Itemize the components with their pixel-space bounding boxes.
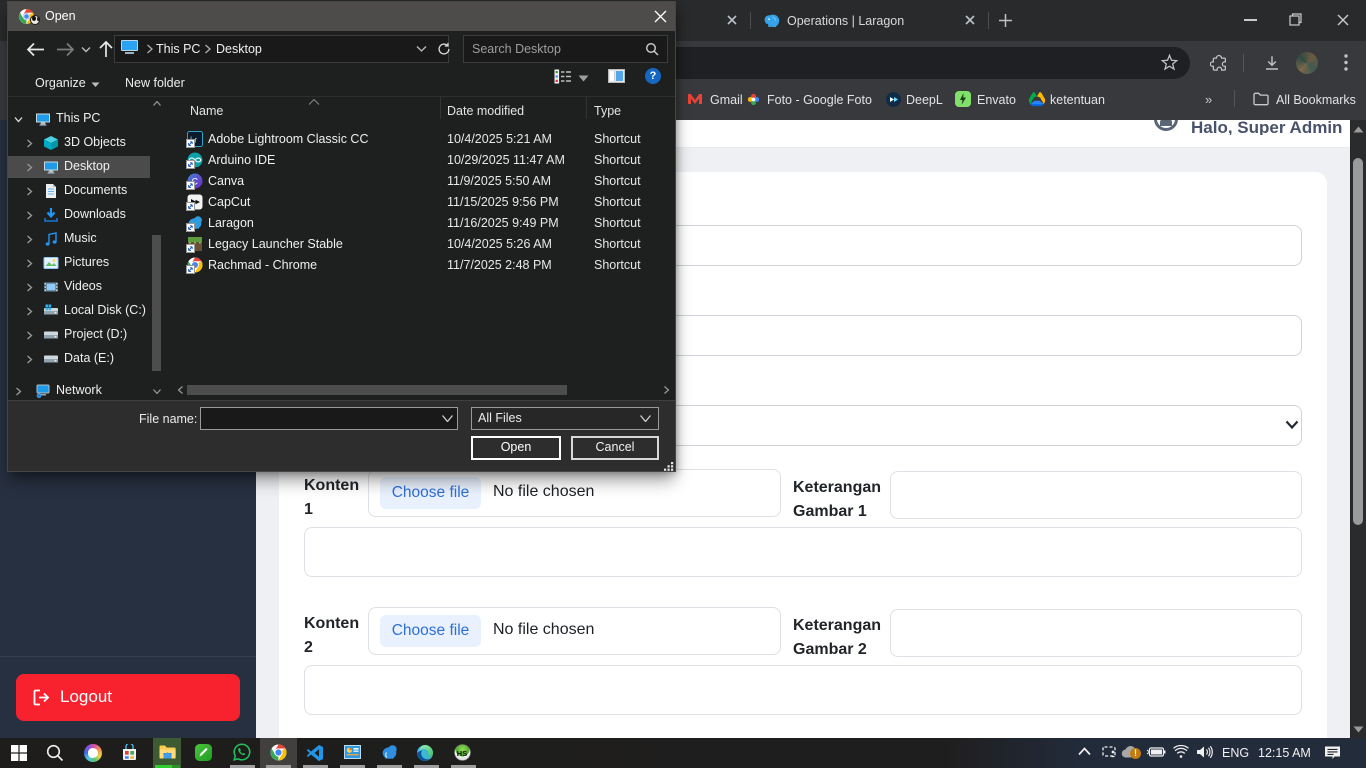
svg-text:HS: HS	[457, 749, 467, 758]
